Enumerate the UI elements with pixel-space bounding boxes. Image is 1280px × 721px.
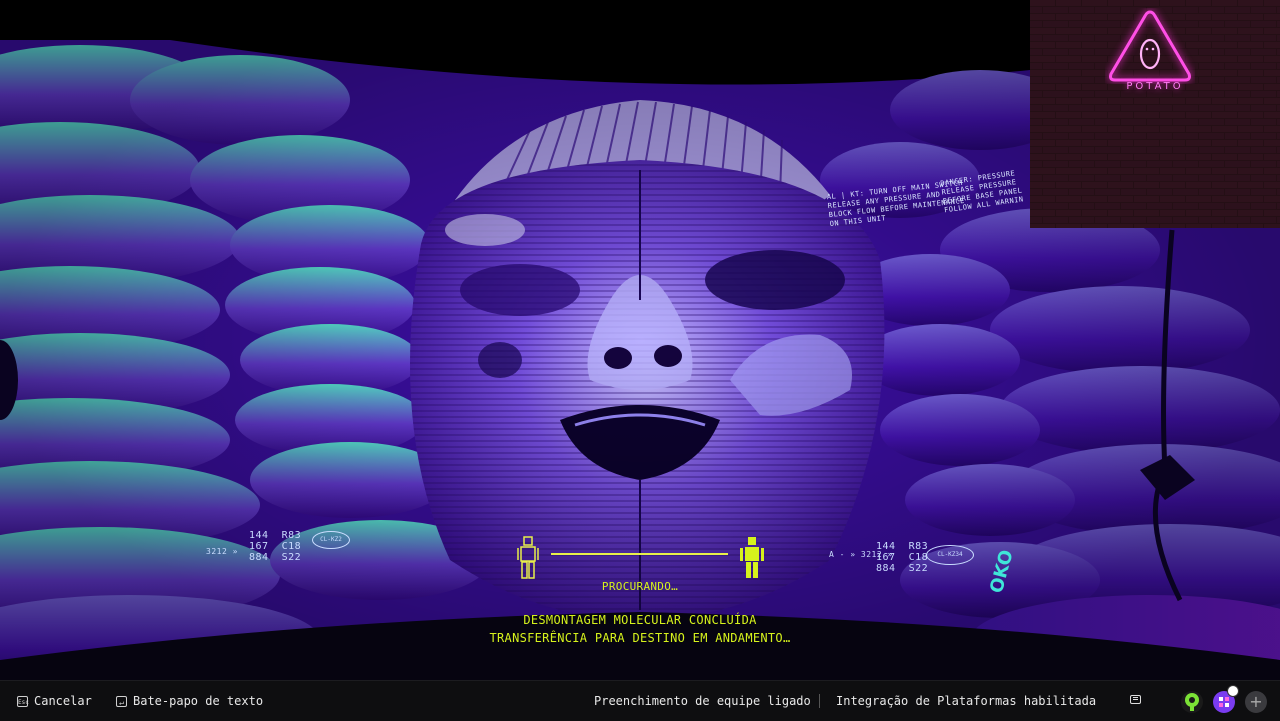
cancel-button[interactable]: Esc Cancelar — [17, 681, 92, 721]
divider — [819, 694, 820, 708]
player-avatar[interactable] — [1181, 691, 1203, 713]
cancel-label: Cancelar — [34, 694, 92, 708]
add-friend-button[interactable]: + — [1245, 691, 1267, 713]
bottom-bar: Esc Cancelar ↵ Bate-papo de texto Preenc… — [0, 680, 1280, 721]
party-badge-icon — [1227, 685, 1239, 697]
potato-brand-name: POTATO — [1126, 81, 1184, 92]
squad-fill-status[interactable]: Preenchimento de equipe ligado — [594, 681, 811, 721]
enter-key-icon: ↵ — [116, 695, 127, 707]
crossplay-status[interactable]: Integração de Plataformas habilitada — [836, 681, 1096, 721]
chat-icon[interactable] — [1130, 695, 1141, 704]
potato-logo-icon — [1109, 10, 1191, 82]
plus-icon: + — [1249, 692, 1263, 711]
potato-brand-overlay: POTATO — [1030, 0, 1280, 228]
text-chat-label: Bate-papo de texto — [133, 694, 264, 708]
player-avatar-icon — [1185, 693, 1199, 711]
text-chat-button[interactable]: ↵ Bate-papo de texto — [116, 681, 263, 721]
esc-key-icon: Esc — [17, 695, 29, 707]
crossplay-label: Integração de Plataformas habilitada — [836, 694, 1097, 708]
squad-fill-label: Preenchimento de equipe ligado — [594, 694, 811, 708]
party-avatar[interactable] — [1213, 685, 1239, 713]
